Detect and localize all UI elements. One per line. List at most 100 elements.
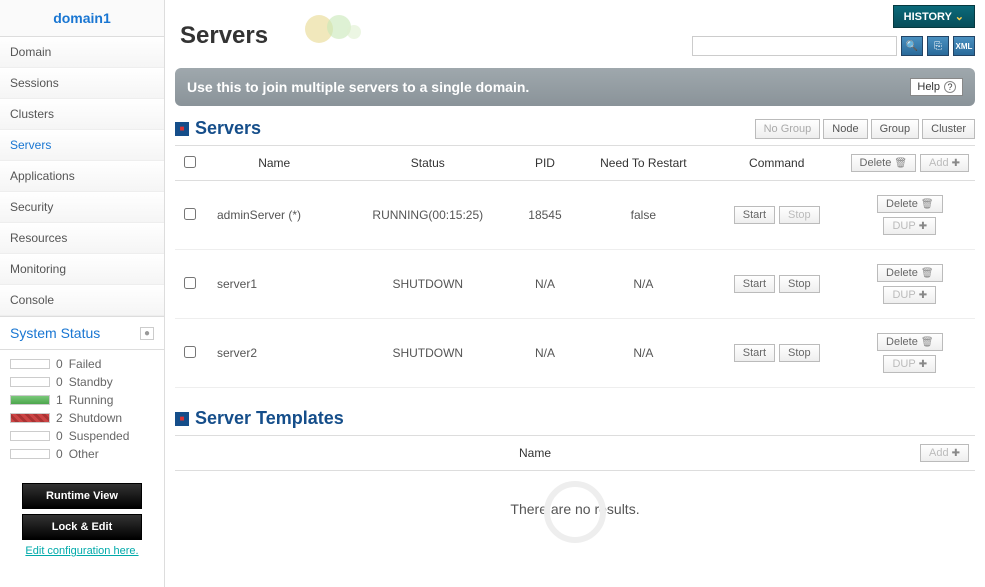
history-button[interactable]: HISTORY ⌄: [893, 5, 975, 28]
delete-icon: 🗑: [921, 268, 934, 279]
cell-restart: N/A: [578, 319, 709, 388]
main-content: Servers HISTORY ⌄ 🔍 ⎘ XML Use this: [165, 0, 985, 587]
delete-icon: 🗑: [921, 199, 934, 210]
topbar: Servers HISTORY ⌄ 🔍 ⎘ XML: [175, 0, 975, 60]
col-name: Name: [175, 436, 895, 471]
table-header-row: Name Add ✚: [175, 436, 975, 471]
templates-add-button[interactable]: Add ✚: [920, 444, 969, 462]
status-toggle-icon[interactable]: ●: [140, 327, 154, 340]
row-checkbox[interactable]: [184, 208, 196, 220]
start-button[interactable]: Start: [734, 344, 775, 362]
stop-button[interactable]: Stop: [779, 344, 820, 362]
info-banner: Use this to join multiple servers to a s…: [175, 68, 975, 106]
nav-list: Domain Sessions Clusters Servers Applica…: [0, 37, 164, 316]
help-button[interactable]: Help ?: [910, 78, 963, 96]
templates-table: Name Add ✚: [175, 435, 975, 471]
sidebar-item-clusters[interactable]: Clusters: [0, 99, 164, 130]
cell-pid: N/A: [512, 250, 578, 319]
sidebar-item-domain[interactable]: Domain: [0, 37, 164, 68]
xml-icon[interactable]: XML: [953, 36, 975, 56]
sidebar-footer: Runtime View Lock & Edit Edit configurat…: [0, 468, 164, 567]
sidebar-item-servers[interactable]: Servers: [0, 130, 164, 161]
cell-name[interactable]: server1: [205, 250, 343, 319]
top-right: HISTORY ⌄ 🔍 ⎘ XML: [692, 5, 975, 56]
status-list: 0Failed 0Standby 1Running 2Shutdown 0Sus…: [0, 350, 164, 468]
status-standby: 0Standby: [10, 373, 154, 391]
sidebar: domain1 Domain Sessions Clusters Servers…: [0, 0, 165, 587]
cell-restart: N/A: [578, 250, 709, 319]
search-input[interactable]: [692, 36, 897, 56]
servers-title: Servers: [175, 118, 261, 139]
cell-pid: 18545: [512, 181, 578, 250]
stop-button[interactable]: Stop: [779, 275, 820, 293]
system-status-label: System Status: [10, 325, 100, 341]
plus-icon: ✚: [952, 158, 960, 169]
sidebar-item-applications[interactable]: Applications: [0, 161, 164, 192]
status-shutdown: 2Shutdown: [10, 409, 154, 427]
templates-title: Server Templates: [175, 408, 344, 429]
help-icon: ?: [944, 81, 956, 93]
status-suspended: 0Suspended: [10, 427, 154, 445]
row-delete-button[interactable]: Delete 🗑: [877, 195, 943, 213]
table-header-row: Name Status PID Need To Restart Command …: [175, 146, 975, 181]
page-title: Servers: [175, 5, 361, 60]
col-status: Status: [343, 146, 512, 181]
system-status-header: System Status ●: [0, 316, 164, 350]
cell-status: SHUTDOWN: [343, 250, 512, 319]
plus-icon: ✚: [919, 221, 927, 232]
edit-config-link[interactable]: Edit configuration here.: [10, 545, 154, 557]
delete-icon: 🗑: [921, 337, 934, 348]
sidebar-item-sessions[interactable]: Sessions: [0, 68, 164, 99]
servers-title-text: Servers: [195, 118, 261, 139]
status-other: 0Other: [10, 445, 154, 463]
page-title-text: Servers: [180, 22, 268, 49]
delete-icon: 🗑: [894, 158, 907, 169]
history-label: HISTORY: [904, 11, 952, 23]
plus-icon: ✚: [919, 359, 927, 370]
sidebar-item-console[interactable]: Console: [0, 285, 164, 316]
cell-pid: N/A: [512, 319, 578, 388]
group-button[interactable]: Group: [871, 119, 920, 139]
select-all-checkbox[interactable]: [184, 156, 196, 168]
sidebar-item-monitoring[interactable]: Monitoring: [0, 254, 164, 285]
templates-section-header: Server Templates: [175, 408, 975, 429]
row-dup-button[interactable]: DUP ✚: [883, 355, 936, 373]
table-row: adminServer (*) RUNNING(00:15:25) 18545 …: [175, 181, 975, 250]
runtime-view-button[interactable]: Runtime View: [22, 483, 142, 509]
sidebar-item-security[interactable]: Security: [0, 192, 164, 223]
help-label: Help: [917, 81, 940, 93]
cell-status: SHUTDOWN: [343, 319, 512, 388]
servers-tbody: adminServer (*) RUNNING(00:15:25) 18545 …: [175, 181, 975, 388]
row-delete-button[interactable]: Delete 🗑: [877, 264, 943, 282]
cell-restart: false: [578, 181, 709, 250]
cell-status: RUNNING(00:15:25): [343, 181, 512, 250]
banner-text: Use this to join multiple servers to a s…: [187, 79, 529, 95]
status-failed: 0Failed: [10, 355, 154, 373]
sidebar-item-resources[interactable]: Resources: [0, 223, 164, 254]
row-checkbox[interactable]: [184, 346, 196, 358]
lock-edit-button[interactable]: Lock & Edit: [22, 514, 142, 540]
no-group-button[interactable]: No Group: [755, 119, 821, 139]
start-button[interactable]: Start: [734, 275, 775, 293]
stop-button[interactable]: Stop: [779, 206, 820, 224]
col-name: Name: [205, 146, 343, 181]
start-button[interactable]: Start: [734, 206, 775, 224]
row-dup-button[interactable]: DUP ✚: [883, 217, 936, 235]
decorative-bubbles: [305, 15, 361, 43]
export-icon[interactable]: ⎘: [927, 36, 949, 56]
row-checkbox[interactable]: [184, 277, 196, 289]
row-delete-button[interactable]: Delete 🗑: [877, 333, 943, 351]
chevron-down-icon: ⌄: [955, 11, 964, 23]
cluster-button[interactable]: Cluster: [922, 119, 975, 139]
domain-header[interactable]: domain1: [0, 0, 164, 37]
servers-section-header: Servers No Group Node Group Cluster: [175, 118, 975, 139]
node-button[interactable]: Node: [823, 119, 867, 139]
status-running: 1Running: [10, 391, 154, 409]
cell-name[interactable]: adminServer (*): [205, 181, 343, 250]
search-icon[interactable]: 🔍: [901, 36, 923, 56]
cell-name[interactable]: server2: [205, 319, 343, 388]
header-delete-button[interactable]: Delete 🗑: [851, 154, 917, 172]
header-add-button[interactable]: Add ✚: [920, 154, 969, 172]
row-dup-button[interactable]: DUP ✚: [883, 286, 936, 304]
plus-icon: ✚: [919, 290, 927, 301]
